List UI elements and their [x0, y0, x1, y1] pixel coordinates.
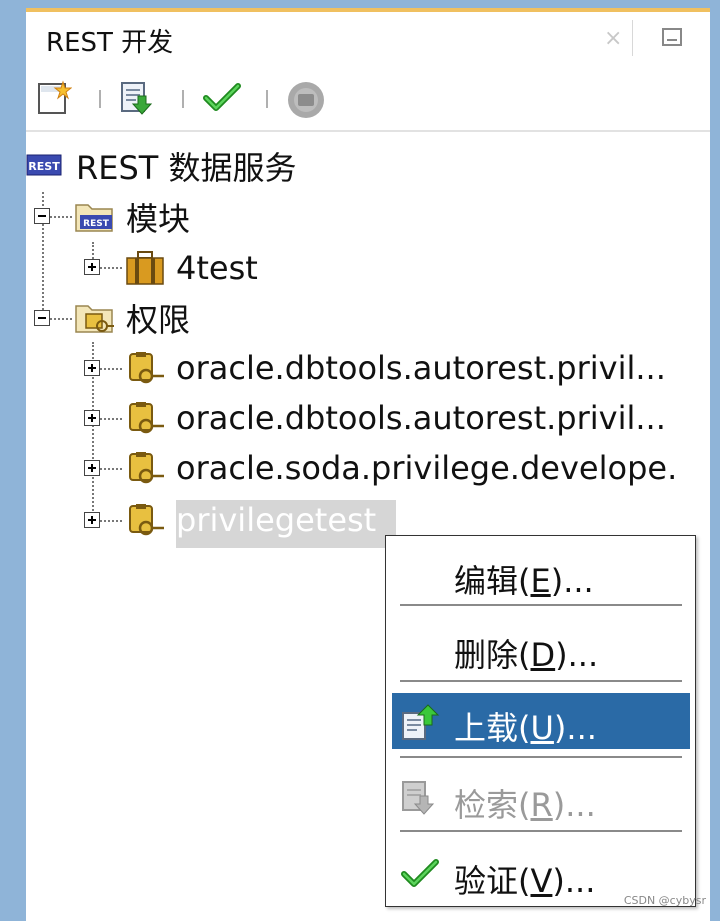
- tree-connector: [100, 468, 122, 470]
- privilege-key-icon: [129, 352, 164, 384]
- tree-node-privilege[interactable]: oracle.soda.privilege.develope.: [124, 446, 677, 490]
- tree-node-privilege[interactable]: oracle.dbtools.autorest.privil...: [124, 396, 666, 440]
- menu-item-retrieve[interactable]: 检索(R)...: [392, 770, 690, 826]
- download-icon: [121, 82, 153, 115]
- close-icon[interactable]: ×: [604, 26, 622, 51]
- menu-item-delete[interactable]: 删除(D)...: [392, 620, 690, 676]
- checkmark-icon: [401, 859, 439, 887]
- menu-item-upload[interactable]: 上载(U)...: [392, 693, 690, 749]
- privilege-key-icon: [129, 402, 164, 434]
- connection-icon: [288, 82, 324, 118]
- privilege-key-icon: [129, 504, 164, 536]
- toolbar: [26, 66, 710, 132]
- toolbar-separator: [266, 90, 268, 108]
- context-menu: 编辑(E)... 删除(D)... 上载(U)... 检索(R)... 验证(V…: [385, 535, 696, 907]
- tree-node-label: 权限: [126, 301, 191, 339]
- tree-node-label: oracle.dbtools.autorest.privil...: [176, 399, 666, 437]
- menu-separator: [400, 830, 682, 832]
- collapse-icon[interactable]: [34, 310, 50, 326]
- tree-node-label: 模块: [126, 200, 191, 238]
- panel-tab-title[interactable]: REST 开发: [46, 22, 173, 59]
- retrieve-icon: [402, 781, 435, 815]
- tree-node-label: oracle.dbtools.autorest.privil...: [176, 349, 666, 387]
- watermark: CSDN @cybysr: [623, 894, 706, 907]
- upload-icon: [402, 704, 440, 740]
- tree-node-modules[interactable]: REST 模块: [74, 195, 190, 239]
- expand-icon[interactable]: [84, 460, 100, 476]
- expand-icon[interactable]: [84, 259, 100, 275]
- tree-node-label: 4test: [176, 249, 258, 287]
- menu-item-label: 上载(U)...: [454, 709, 597, 747]
- minimize-icon[interactable]: [662, 28, 682, 46]
- tree-connector: [100, 418, 122, 420]
- expand-icon[interactable]: [84, 410, 100, 426]
- tree-node-privileges[interactable]: 权限: [74, 296, 190, 340]
- new-button[interactable]: [36, 80, 73, 116]
- rest-service-icon: REST: [26, 154, 62, 176]
- connect-button[interactable]: [286, 80, 324, 118]
- svg-text:REST: REST: [83, 219, 110, 229]
- toolbar-separator: [99, 90, 101, 108]
- tree-node-privilege[interactable]: oracle.dbtools.autorest.privil...: [124, 346, 666, 390]
- menu-item-label: 检索(R)...: [454, 786, 596, 824]
- menu-item-label: 编辑(E)...: [454, 562, 594, 600]
- collapse-icon[interactable]: [34, 208, 50, 224]
- tree-connector: [100, 368, 122, 370]
- checkmark-icon: [203, 83, 241, 111]
- tree-connector: [100, 520, 122, 522]
- svg-text:REST: REST: [28, 160, 60, 173]
- menu-separator: [400, 756, 682, 758]
- privilege-folder-icon: [75, 305, 114, 333]
- expand-icon[interactable]: [84, 360, 100, 376]
- menu-separator: [400, 604, 682, 606]
- tree-connector: [50, 216, 72, 218]
- tree-node-label: privilegetest: [176, 501, 377, 539]
- validate-button[interactable]: [202, 80, 241, 116]
- panel-tab-bar: REST 开发 ×: [26, 12, 710, 64]
- tree-connector: [100, 267, 122, 269]
- tree-node-rest-data-services[interactable]: REST REST 数据服务: [26, 144, 297, 188]
- tree-node-label: oracle.soda.privilege.develope.: [176, 449, 678, 487]
- new-document-icon: [38, 80, 73, 114]
- menu-item-edit[interactable]: 编辑(E)...: [392, 546, 690, 602]
- tree-connector: [50, 318, 72, 320]
- expand-icon[interactable]: [84, 512, 100, 528]
- download-button[interactable]: [118, 80, 154, 116]
- menu-item-label: 删除(D)...: [454, 636, 599, 674]
- privilege-key-icon: [129, 452, 164, 484]
- tab-divider: [632, 20, 633, 56]
- tree-node-label: REST 数据服务: [76, 149, 297, 187]
- menu-separator: [400, 680, 682, 682]
- module-briefcase-icon: [126, 251, 164, 285]
- rest-folder-icon: REST: [75, 204, 113, 232]
- toolbar-separator: [182, 90, 184, 108]
- tree-node-module-4test[interactable]: 4test: [124, 246, 258, 290]
- menu-item-label: 验证(V)...: [454, 862, 596, 900]
- tree-node-privilege-selected[interactable]: privilegetest: [124, 498, 376, 542]
